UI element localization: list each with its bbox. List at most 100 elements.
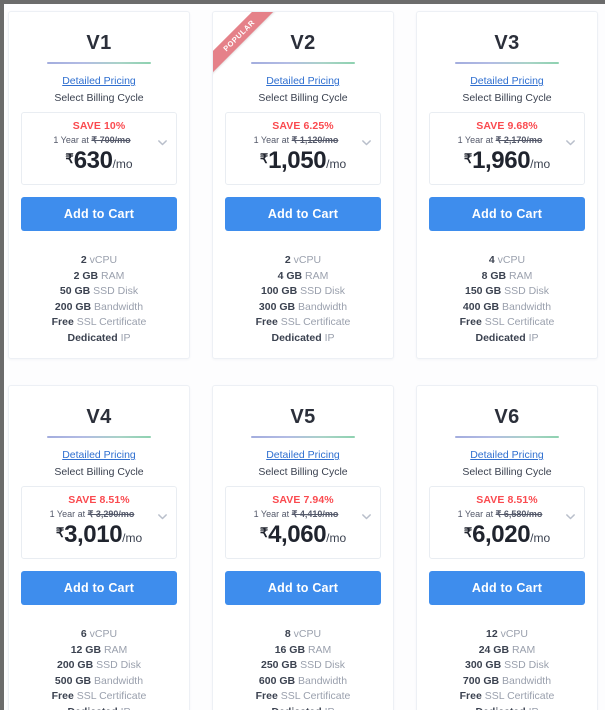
spec-value: Dedicated	[475, 331, 526, 344]
chevron-down-icon[interactable]	[565, 511, 576, 522]
spec-value: 100 GB	[260, 285, 298, 297]
detailed-pricing-link[interactable]: Detailed Pricing	[21, 75, 177, 87]
spec-row: 4 vCPU	[429, 253, 585, 269]
spec-row: 200 GB SSD Disk	[21, 658, 177, 674]
spec-label: RAM	[506, 269, 533, 282]
spec-row: 700 GB Bandwidth	[429, 674, 585, 690]
billing-cycle-selector[interactable]: SAVE 7.94% 1 Year at ₹ 4,410/mo ₹4,060/m…	[225, 486, 381, 559]
current-price-line: ₹1,960/mo	[438, 147, 576, 175]
spec-label: vCPU	[497, 628, 529, 640]
title-underline-rule	[251, 62, 355, 64]
plan-specs-list: 2 vCPU 2 GB RAM 50 GB SSD Disk 200 GB Bandw…	[21, 253, 177, 346]
spec-label: Bandwidth	[499, 300, 552, 313]
detailed-pricing-link[interactable]: Detailed Pricing	[225, 75, 381, 87]
chevron-down-icon[interactable]	[361, 511, 372, 522]
spec-row: 300 GB SSD Disk	[429, 658, 585, 674]
spec-label: Bandwidth	[91, 300, 144, 313]
price-amount: 3,010	[64, 521, 123, 548]
chevron-down-icon[interactable]	[157, 137, 168, 148]
spec-value: 12	[485, 628, 498, 640]
spec-row: Dedicated IP	[225, 331, 381, 347]
term-prefix: 1 Year at	[253, 509, 292, 519]
spec-label: SSD Disk	[297, 659, 346, 671]
spec-label: SSL Certificate	[73, 316, 147, 328]
plan-name: V5	[290, 406, 316, 428]
add-to-cart-button[interactable]: Add to Cart	[429, 197, 585, 231]
current-price-line: ₹630/mo	[30, 147, 168, 175]
add-to-cart-button[interactable]: Add to Cart	[21, 571, 177, 605]
title-underline-rule	[47, 62, 151, 64]
spec-value: 200 GB	[56, 659, 94, 671]
spec-label: SSD Disk	[90, 285, 139, 297]
billing-cycle-selector[interactable]: SAVE 8.51% 1 Year at ₹ 3,290/mo ₹3,010/m…	[21, 486, 177, 559]
spec-value: 300 GB	[464, 659, 502, 671]
chevron-down-icon[interactable]	[157, 511, 168, 522]
plan-specs-list: 8 vCPU 16 GB RAM 250 GB SSD Disk 600 GB Ban…	[225, 627, 381, 710]
billing-cycle-label: Select Billing Cycle	[258, 92, 348, 104]
spec-row: 2 vCPU	[21, 253, 177, 269]
price-period: /mo	[530, 157, 551, 171]
spec-label: SSD Disk	[501, 285, 550, 297]
plan-name: V2	[290, 32, 316, 54]
pricing-card-v1: V1 Detailed Pricing Select Billing Cycle…	[8, 11, 190, 359]
term-prefix: 1 Year at	[457, 509, 496, 519]
save-badge: SAVE 6.25%	[272, 120, 334, 132]
pricing-card-v4: V4 Detailed Pricing Select Billing Cycle…	[8, 385, 190, 710]
original-price-struck: ₹ 700/mo	[91, 135, 131, 145]
add-to-cart-button[interactable]: Add to Cart	[225, 571, 381, 605]
spec-label: Bandwidth	[295, 674, 348, 687]
add-to-cart-button[interactable]: Add to Cart	[429, 571, 585, 605]
spec-value: Free	[255, 690, 278, 702]
rupee-symbol: ₹	[259, 151, 269, 166]
spec-label: vCPU	[86, 254, 118, 266]
chevron-down-icon[interactable]	[565, 137, 576, 148]
price-amount: 6,020	[472, 521, 531, 548]
title-underline-rule	[251, 436, 355, 438]
rupee-symbol: ₹	[55, 525, 65, 540]
billing-cycle-selector[interactable]: SAVE 8.51% 1 Year at ₹ 6,580/mo ₹6,020/m…	[429, 486, 585, 559]
detailed-pricing-link[interactable]: Detailed Pricing	[21, 449, 177, 461]
spec-row: 50 GB SSD Disk	[21, 284, 177, 300]
title-underline-rule	[47, 436, 151, 438]
spec-value: 150 GB	[464, 285, 502, 297]
billing-cycle-selector[interactable]: SAVE 6.25% 1 Year at ₹ 1,120/mo ₹1,050/m…	[225, 112, 381, 185]
billing-cycle-label: Select Billing Cycle	[54, 92, 144, 104]
spec-row: Free SSL Certificate	[21, 315, 177, 331]
spec-label: RAM	[302, 269, 329, 282]
chevron-down-icon[interactable]	[361, 137, 372, 148]
detailed-pricing-link[interactable]: Detailed Pricing	[429, 75, 585, 87]
detailed-pricing-link[interactable]: Detailed Pricing	[225, 449, 381, 461]
spec-label: Bandwidth	[295, 300, 348, 313]
spec-label: IP	[526, 706, 539, 710]
billing-cycle-selector[interactable]: SAVE 10% 1 Year at ₹ 700/mo ₹630/mo	[21, 112, 177, 185]
spec-value: 2 GB	[73, 269, 99, 282]
spec-row: Dedicated IP	[21, 331, 177, 347]
spec-row: 12 vCPU	[429, 627, 585, 643]
detailed-pricing-link[interactable]: Detailed Pricing	[429, 449, 585, 461]
original-price-struck: ₹ 6,580/mo	[495, 509, 543, 519]
original-price-struck: ₹ 3,290/mo	[87, 509, 135, 519]
spec-row: 150 GB SSD Disk	[429, 284, 585, 300]
spec-label: IP	[118, 706, 131, 710]
title-underline-rule	[455, 436, 559, 438]
add-to-cart-button[interactable]: Add to Cart	[21, 197, 177, 231]
rupee-symbol: ₹	[463, 151, 473, 166]
spec-value: Dedicated	[475, 706, 525, 710]
price-amount: 630	[73, 147, 113, 174]
add-to-cart-button[interactable]: Add to Cart	[225, 197, 381, 231]
spec-value: 250 GB	[260, 659, 298, 671]
billing-cycle-selector[interactable]: SAVE 9.68% 1 Year at ₹ 2,170/mo ₹1,960/m…	[429, 112, 585, 185]
spec-row: Free SSL Certificate	[21, 689, 177, 705]
spec-label: vCPU	[290, 254, 322, 266]
save-badge: SAVE 10%	[72, 120, 126, 132]
spec-label: SSL Certificate	[481, 316, 555, 328]
spec-row: 100 GB SSD Disk	[225, 284, 381, 300]
save-badge: SAVE 8.51%	[68, 494, 130, 506]
spec-label: Bandwidth	[91, 674, 144, 687]
original-price-line: 1 Year at ₹ 3,290/mo	[30, 509, 168, 520]
price-period: /mo	[326, 157, 347, 171]
price-amount: 1,960	[472, 147, 531, 174]
spec-row: Dedicated IP	[429, 705, 585, 710]
original-price-struck: ₹ 4,410/mo	[291, 509, 339, 519]
spec-value: Dedicated	[271, 706, 321, 710]
